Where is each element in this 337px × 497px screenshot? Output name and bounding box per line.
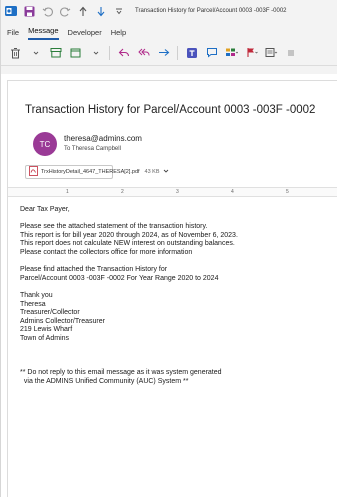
chevron-down-icon[interactable] bbox=[163, 168, 169, 176]
ribbon-divider bbox=[109, 45, 110, 60]
footer-line: via the ADMINS Unified Community (AUC) S… bbox=[20, 377, 189, 385]
recipient-line: To Theresa Campbell bbox=[64, 146, 121, 152]
ribbon-overflow-icon[interactable] bbox=[285, 46, 298, 59]
dropdown-arrow-icon[interactable] bbox=[89, 46, 102, 59]
body-line: Please see the attached statement of the… bbox=[20, 223, 208, 231]
menu-message[interactable]: Message bbox=[28, 26, 59, 40]
dropdown-arrow-icon[interactable] bbox=[29, 46, 42, 59]
ruler-mark: 5 bbox=[286, 189, 289, 195]
menu-help[interactable]: Help bbox=[111, 28, 126, 40]
chat-icon[interactable] bbox=[205, 46, 218, 59]
previous-item-icon[interactable] bbox=[77, 5, 89, 17]
avatar[interactable]: TC bbox=[33, 132, 57, 156]
customize-toolbar-icon[interactable] bbox=[113, 5, 125, 17]
ribbon-toolbar bbox=[1, 40, 337, 66]
redo-icon[interactable] bbox=[59, 5, 71, 17]
body-line: Please contact the collectors office for… bbox=[20, 248, 193, 256]
flag-icon[interactable] bbox=[245, 46, 258, 59]
ruler-mark: 3 bbox=[176, 189, 179, 195]
ribbon-spacer bbox=[1, 66, 337, 74]
tags-icon[interactable] bbox=[265, 46, 278, 59]
outlook-message-window: Transaction History for Parcel/Account 0… bbox=[0, 0, 337, 497]
signature-line: Admins Collector/Treasurer bbox=[20, 317, 105, 325]
body-line: This report does not calculate NEW inter… bbox=[20, 240, 235, 248]
menu-file[interactable]: File bbox=[7, 28, 19, 40]
reply-all-icon[interactable] bbox=[137, 46, 150, 59]
save-icon[interactable] bbox=[23, 5, 35, 17]
body-line: Please find attached the Transaction His… bbox=[20, 266, 168, 274]
message-subject: Transaction History for Parcel/Account 0… bbox=[25, 104, 316, 116]
signature-line: Treasurer/Collector bbox=[20, 309, 80, 317]
greeting: Dear Tax Payer, bbox=[20, 206, 70, 213]
to-label: To bbox=[64, 146, 71, 152]
attachment-chip[interactable]: TrxHistoryDetail_4647_THERESA[2].pdf 43 … bbox=[25, 165, 168, 179]
title-bar: Transaction History for Parcel/Account 0… bbox=[1, 0, 337, 22]
pdf-file-icon bbox=[29, 166, 38, 178]
ruler-mark: 2 bbox=[121, 189, 124, 195]
delete-icon[interactable] bbox=[9, 46, 22, 59]
outlook-app-icon bbox=[5, 5, 17, 17]
menu-developer[interactable]: Developer bbox=[68, 28, 102, 40]
signature-line: Theresa bbox=[20, 300, 46, 308]
signature-line: 219 Lewis Wharf bbox=[20, 326, 73, 334]
avatar-initials: TC bbox=[39, 139, 51, 149]
quick-steps-icon[interactable] bbox=[225, 46, 238, 59]
teams-icon[interactable] bbox=[185, 46, 198, 59]
footer-line: ** Do not reply to this email message as… bbox=[20, 369, 222, 377]
signature-line: Town of Admins bbox=[20, 334, 70, 342]
forward-icon[interactable] bbox=[157, 46, 170, 59]
reply-icon[interactable] bbox=[117, 46, 130, 59]
recipient-name[interactable]: Theresa Campbell bbox=[72, 146, 121, 152]
menu-bar: File Message Developer Help bbox=[1, 22, 337, 40]
message-reading-pane: Transaction History for Parcel/Account 0… bbox=[7, 80, 337, 497]
body-line: This report is for bill year 2020 throug… bbox=[20, 231, 238, 239]
ruler: 1 2 3 4 5 bbox=[8, 187, 337, 197]
ribbon-divider bbox=[177, 45, 178, 60]
archive-icon[interactable] bbox=[49, 46, 62, 59]
sender-address[interactable]: theresa@admins.com bbox=[64, 134, 142, 143]
move-icon[interactable] bbox=[69, 46, 82, 59]
message-body: Dear Tax Payer, Please see the attached … bbox=[8, 206, 337, 386]
attachment-size: 43 KB bbox=[144, 169, 160, 175]
next-item-icon[interactable] bbox=[95, 5, 107, 17]
body-line: Parcel/Account 0003 -003F -0002 For Year… bbox=[20, 274, 219, 282]
undo-icon[interactable] bbox=[41, 5, 53, 17]
window-title: Transaction History for Parcel/Account 0… bbox=[135, 8, 287, 14]
ruler-mark: 1 bbox=[66, 189, 69, 195]
attachment-name: TrxHistoryDetail_4647_THERESA[2].pdf bbox=[41, 169, 140, 175]
ruler-mark: 4 bbox=[231, 189, 234, 195]
signature-line: Thank you bbox=[20, 291, 53, 299]
